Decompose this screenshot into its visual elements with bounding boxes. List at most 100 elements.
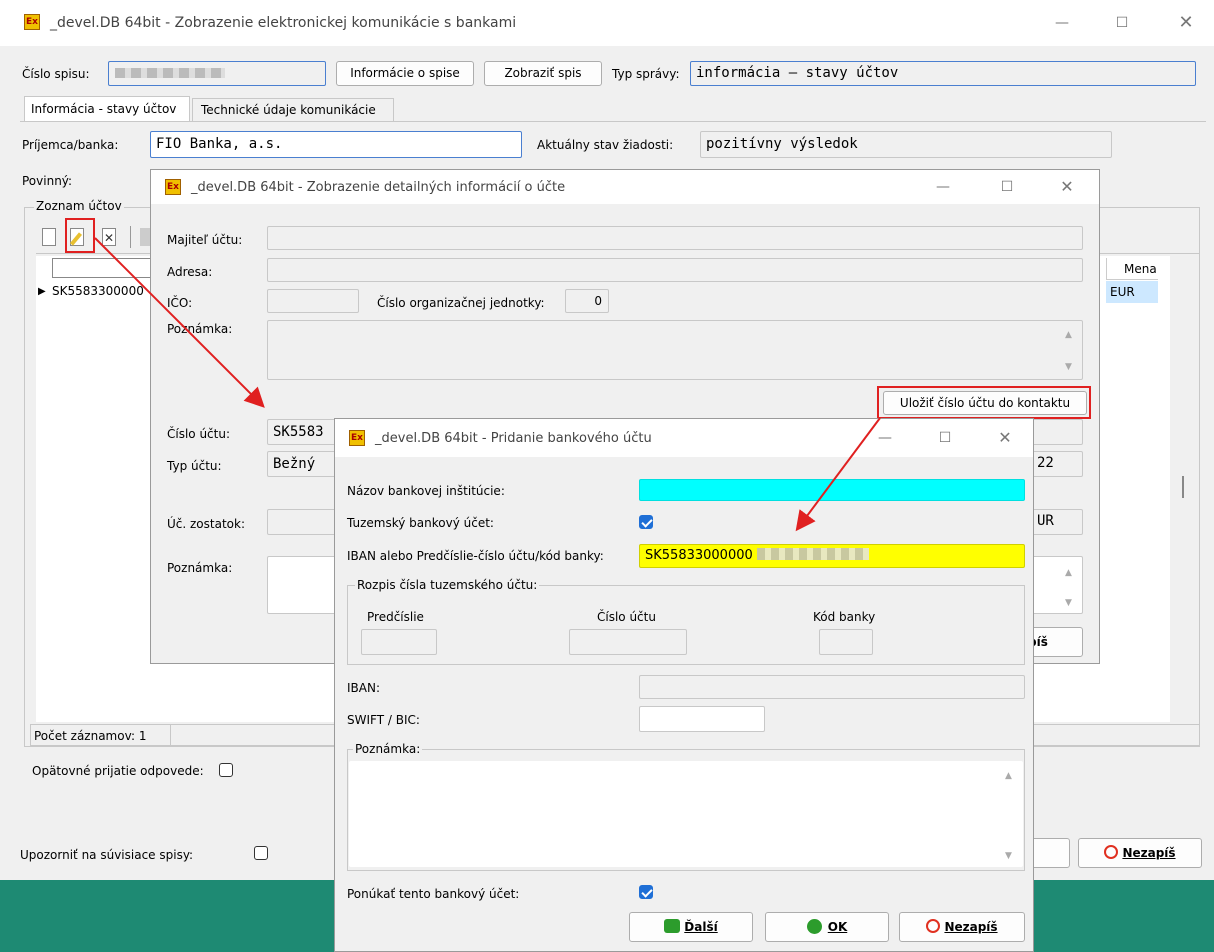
detail-titlebar[interactable]: Ex _devel.DB 64bit - Zobrazenie detailný…	[151, 170, 1099, 204]
scroll-down-icon[interactable]: ▼	[1065, 598, 1072, 608]
predcislie-field	[361, 629, 437, 655]
maximize-icon[interactable]: ☐	[1112, 13, 1132, 33]
add-title: _devel.DB 64bit - Pridanie bankového účt…	[375, 431, 652, 446]
typ-uctu-label: Typ účtu:	[167, 459, 222, 473]
org-field: 0	[565, 289, 609, 313]
swift-field[interactable]	[639, 706, 765, 732]
maximize-icon[interactable]: ☐	[997, 177, 1017, 197]
main-partial-button-b[interactable]	[1030, 838, 1070, 868]
zostatok-label: Úč. zostatok:	[167, 517, 245, 531]
typ-spravy-label: Typ správy:	[612, 67, 680, 81]
povinny-label: Povinný:	[22, 174, 73, 188]
swift-label: SWIFT / BIC:	[347, 713, 420, 727]
delete-record-icon[interactable]: ✕	[102, 228, 116, 246]
minimize-icon[interactable]: —	[1052, 13, 1072, 33]
upozornit-checkbox-b[interactable]	[254, 846, 268, 860]
iban2-field	[639, 675, 1025, 699]
cislo-uctu-label: Číslo účtu:	[167, 427, 231, 441]
main-nezapis-button-b[interactable]: Nezapíš	[1078, 838, 1202, 868]
nazov-field[interactable]	[639, 479, 1025, 501]
tab-technicke[interactable]: Technické údaje komunikácie	[192, 98, 394, 122]
adresa-field	[267, 258, 1083, 282]
toolbar-separator	[130, 226, 131, 248]
annotation-box-edit	[65, 218, 95, 253]
upozornit-label-b: Upozorniť na súvisiace spisy:	[20, 848, 194, 862]
grid-row-mena: EUR	[1110, 285, 1135, 299]
iban-value: SK55833000000	[645, 548, 753, 563]
app-logo-icon: Ex	[165, 179, 181, 195]
add-titlebar[interactable]: Ex _devel.DB 64bit - Pridanie bankového …	[335, 419, 1033, 457]
redacted-block	[756, 548, 869, 560]
majitel-label: Majiteľ účtu:	[167, 233, 243, 247]
add-account-window: Ex _devel.DB 64bit - Pridanie bankového …	[334, 418, 1034, 952]
app-logo-icon: Ex	[349, 430, 365, 446]
scroll-up-icon[interactable]: ▲	[1005, 771, 1012, 781]
tab-informacia[interactable]: Informácia - stavy účtov	[24, 96, 190, 122]
stav-field: pozitívny výsledok	[700, 131, 1112, 158]
kod-banky-field	[819, 629, 873, 655]
add-poznamka-label: Poznámka:	[353, 742, 423, 756]
grid-scrollbar-thumb[interactable]	[1182, 476, 1184, 498]
info-spis-button[interactable]: Informácie o spise	[336, 61, 474, 86]
prijemca-field[interactable]: FIO Banka, a.s.	[150, 131, 522, 158]
annotation-box-ulozit	[877, 386, 1091, 419]
nazov-label: Názov bankovej inštitúcie:	[347, 484, 505, 498]
ok-button[interactable]: OK	[765, 912, 889, 942]
grid-header-cell	[52, 258, 152, 278]
minimize-icon[interactable]: —	[933, 177, 953, 197]
add-poznamka-field[interactable]	[349, 761, 1023, 867]
grid-col-mena-label: Mena	[1124, 262, 1157, 276]
typ-spravy-field[interactable]: informácia – stavy účtov	[690, 61, 1196, 86]
scroll-up-icon[interactable]: ▲	[1065, 568, 1072, 578]
iban-field[interactable]: SK55833000000	[639, 544, 1025, 568]
maximize-icon[interactable]: ☐	[935, 428, 955, 448]
prijemca-label: Príjemca/banka:	[22, 138, 119, 152]
cislo-uctu-col-label: Číslo účtu	[597, 610, 656, 624]
typ-uctu-right: 22	[1037, 455, 1054, 471]
ico-field	[267, 289, 359, 313]
main-nezapis-label-b: Nezapíš	[1122, 846, 1176, 860]
main-titlebar[interactable]: Ex _devel.DB 64bit - Zobrazenie elektron…	[0, 0, 1214, 46]
dalsi-button[interactable]: Ďalší	[629, 912, 753, 942]
pocet-divider	[170, 724, 171, 746]
ok-label: OK	[827, 920, 848, 934]
cislo-spisu-field[interactable]	[108, 61, 326, 86]
org-label: Číslo organizačnej jednotky:	[377, 296, 545, 310]
cislo-spisu-label: Číslo spisu:	[22, 67, 90, 81]
scroll-down-icon[interactable]: ▼	[1065, 362, 1072, 372]
next-icon	[664, 919, 681, 933]
zostatok-right: UR	[1037, 513, 1054, 529]
pocet-label: Počet záznamov: 1	[34, 729, 147, 743]
stav-label: Aktuálny stav žiadosti:	[537, 138, 674, 152]
scroll-down-icon[interactable]: ▼	[1005, 851, 1012, 861]
opatovne-checkbox[interactable]	[219, 763, 233, 777]
zobrazit-spis-button[interactable]: Zobraziť spis	[484, 61, 602, 86]
new-record-icon[interactable]	[42, 228, 56, 246]
zoznam-label: Zoznam účtov	[34, 199, 124, 213]
add-nezapis-button[interactable]: Nezapíš	[899, 912, 1025, 942]
close-icon[interactable]: ✕	[1176, 13, 1196, 33]
close-icon[interactable]: ✕	[1057, 177, 1077, 197]
predcislie-label: Predčíslie	[367, 610, 424, 624]
scroll-up-icon[interactable]: ▲	[1065, 330, 1072, 340]
main-title: _devel.DB 64bit - Zobrazenie elektronick…	[50, 15, 517, 31]
opatovne-label: Opätovné prijatie odpovede:	[32, 764, 204, 778]
ponukat-checkbox[interactable]	[639, 885, 653, 899]
ok-icon	[806, 919, 822, 934]
org-value: 0	[594, 294, 602, 308]
close-icon[interactable]: ✕	[995, 428, 1015, 448]
grid-scrollbar[interactable]	[1170, 256, 1198, 722]
add-nezapis-label: Nezapíš	[944, 920, 998, 934]
iban-label: IBAN alebo Predčíslie-číslo účtu/kód ban…	[347, 549, 604, 563]
poznamka2-label: Poznámka:	[167, 561, 233, 575]
toolbar-icon-4[interactable]	[140, 228, 150, 246]
redacted-block	[115, 68, 225, 78]
tuzemsky-checkbox[interactable]	[639, 515, 653, 529]
minimize-icon[interactable]: —	[875, 428, 895, 448]
ponukat-label: Ponúkať tento bankový účet:	[347, 887, 520, 901]
dalsi-label: Ďalší	[684, 920, 718, 934]
detail-title: _devel.DB 64bit - Zobrazenie detailných …	[191, 180, 566, 195]
poznamka-field[interactable]	[267, 320, 1083, 380]
ico-label: IČO:	[167, 296, 193, 310]
grid-row-account[interactable]: SK5583300000	[52, 284, 144, 298]
